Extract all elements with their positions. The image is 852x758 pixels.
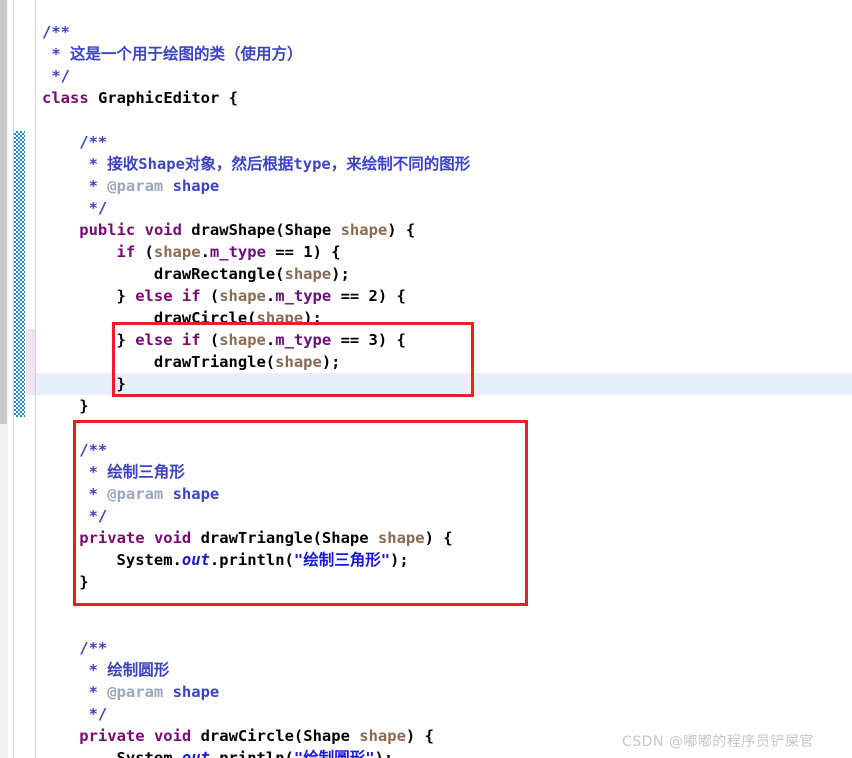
code-token-fld: m_type	[275, 287, 332, 305]
code-token-kw: void	[153, 727, 192, 745]
code-line[interactable]: private void drawCircle(Shape shape) {	[79, 725, 434, 747]
code-token-cmt: * 绘制圆形	[79, 661, 170, 679]
code-token-cmt: shape	[163, 683, 220, 701]
code-token-kw: void	[144, 221, 182, 239]
code-line[interactable]: */	[79, 197, 108, 219]
code-line[interactable]: drawRectangle(shape);	[154, 263, 350, 285]
code-token-plain: GraphicEditor {	[88, 89, 238, 107]
code-token-plain: == 2) {	[331, 287, 406, 305]
code-token-cmt: /**	[79, 133, 108, 151]
code-line[interactable]: } else if (shape.m_type == 2) {	[117, 285, 406, 307]
vertical-scrollbar-thumb[interactable]	[0, 0, 7, 424]
code-token-plain: .println(	[209, 749, 294, 758]
code-line[interactable]: */	[42, 65, 70, 87]
code-line[interactable]: * 绘制圆形	[79, 659, 170, 681]
code-token-par: shape	[219, 287, 266, 305]
code-line[interactable]: /**	[79, 637, 107, 659]
code-token-kw: else if	[135, 287, 201, 305]
code-token-cmt: * 这是一个用于绘图的类（使用方）	[42, 45, 303, 63]
code-line[interactable]: }	[79, 395, 88, 417]
code-token-par: shape	[340, 221, 388, 239]
code-token-plain: System.	[116, 749, 182, 758]
code-token-str: "绘制圆形"	[293, 749, 375, 758]
code-token-plain: drawCircle(Shape	[191, 727, 360, 745]
vertical-scrollbar-track[interactable]	[0, 0, 8, 758]
code-token-plain: }	[79, 397, 89, 415]
code-token-plain: == 1) {	[265, 243, 341, 261]
code-token-plain: (	[200, 287, 220, 305]
code-line[interactable]: class GraphicEditor {	[42, 87, 238, 109]
code-line[interactable]: if (shape.m_type == 1) {	[117, 241, 341, 263]
code-line[interactable]: * 接收Shape对象，然后根据type，来绘制不同的图形	[79, 153, 471, 175]
code-token-cmt: /**	[79, 639, 108, 657]
code-token-cmt: shape	[163, 177, 220, 195]
code-token-par: shape	[284, 265, 332, 283]
code-token-plain: drawRectangle(	[153, 265, 285, 283]
code-token-plain: );	[374, 749, 394, 758]
code-token-cmt: *	[79, 683, 108, 701]
code-token-plain: (	[135, 243, 154, 261]
csdn-watermark: CSDN @嘟嘟的程序员铲屎官	[622, 734, 814, 750]
code-line[interactable]: /**	[42, 21, 70, 43]
code-token-par: shape	[153, 243, 201, 261]
red-box-else-if-branch-border	[112, 322, 474, 397]
code-token-cmt: */	[42, 67, 70, 85]
code-line[interactable]: public void drawShape(Shape shape) {	[79, 219, 415, 241]
red-box-draw-triangle-method-border	[73, 420, 528, 606]
code-line[interactable]: * @param shape	[79, 175, 220, 197]
code-editor[interactable]: 2345678910111213141516171819202122232425…	[0, 0, 852, 758]
code-token-plain: drawShape(Shape	[181, 221, 341, 239]
code-token-plain: ) {	[405, 727, 434, 745]
code-token-kw: private	[79, 727, 145, 745]
code-line[interactable]: System.out.println("绘制圆形");	[117, 747, 394, 758]
code-line[interactable]: */	[79, 703, 108, 725]
code-token-kw: public	[79, 221, 136, 239]
code-token-plain: );	[331, 265, 350, 283]
code-token-plain: .	[265, 287, 276, 305]
code-line[interactable]: /**	[79, 131, 107, 153]
code-token-par: shape	[359, 727, 406, 745]
code-token-cmt: */	[79, 199, 108, 217]
code-token-plain: .	[200, 243, 210, 261]
code-token-plain: }	[116, 287, 136, 305]
code-line[interactable]: * @param shape	[79, 681, 220, 703]
code-line[interactable]: * 这是一个用于绘图的类（使用方）	[42, 43, 303, 65]
code-token-tag: @param	[107, 683, 164, 701]
code-token-tag: @param	[107, 177, 164, 195]
code-token-plain: ) {	[387, 221, 416, 239]
code-token-cmt: */	[79, 705, 108, 723]
code-token-cmt: * 接收Shape对象，然后根据type，来绘制不同的图形	[79, 155, 471, 173]
code-token-cmt: *	[79, 177, 108, 195]
code-token-cmt: /**	[42, 23, 70, 41]
code-token-kw: class	[42, 89, 89, 107]
code-token-fld: m_type	[209, 243, 266, 261]
code-token-ital: out	[181, 749, 210, 758]
code-token-kw: if	[116, 243, 136, 261]
